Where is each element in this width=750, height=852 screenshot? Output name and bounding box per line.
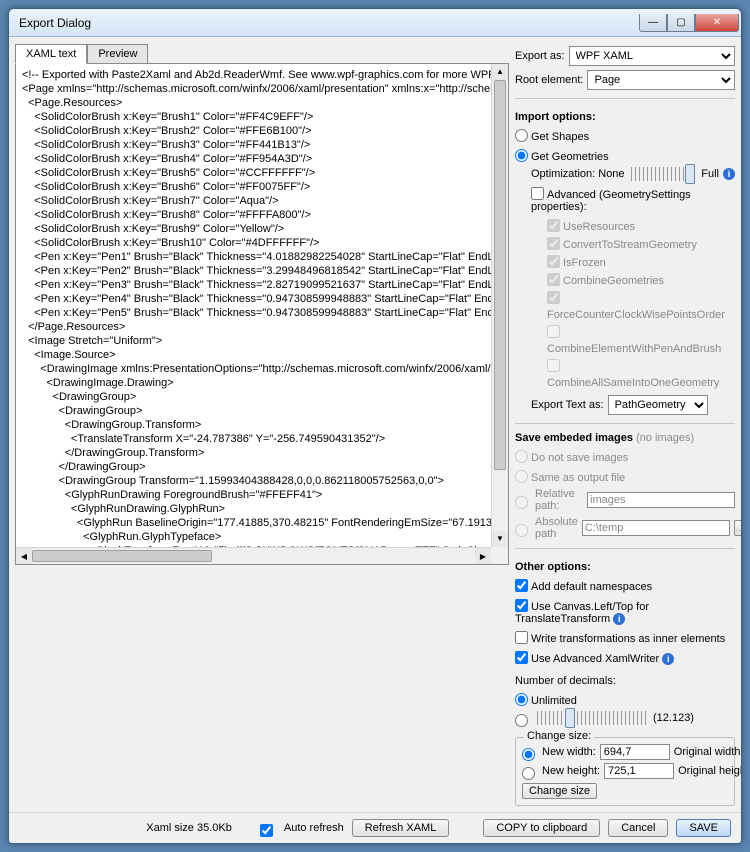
advanced-checkbox[interactable] xyxy=(531,187,544,200)
xaml-code: <!-- Exported with Paste2Xaml and Ab2d.R… xyxy=(16,64,508,565)
adv-useresources-checkbox xyxy=(547,219,560,232)
emb-abs-radio xyxy=(515,524,528,537)
window-title: Export Dialog xyxy=(19,16,639,30)
root-element-label: Root element: xyxy=(515,74,583,86)
xaml-size-label: Xaml size 35.0Kb xyxy=(146,822,232,834)
scroll-corner xyxy=(491,547,508,564)
decimals-unlimited-radio[interactable] xyxy=(515,693,528,706)
adv-combinegeom-checkbox xyxy=(547,273,560,286)
opt-canvas-checkbox[interactable] xyxy=(515,599,528,612)
xaml-code-view[interactable]: <!-- Exported with Paste2Xaml and Ab2d.R… xyxy=(15,63,509,565)
optimization-label: Optimization: None xyxy=(531,168,625,180)
change-size-group: Change size: New width: Original width: … xyxy=(515,737,735,806)
change-size-button[interactable]: Change size xyxy=(522,783,597,799)
vertical-scrollbar[interactable]: ▲ ▼ xyxy=(491,64,508,547)
decimals-slider[interactable] xyxy=(537,711,647,725)
emb-abs-input xyxy=(582,520,730,536)
scroll-right-icon[interactable]: ▶ xyxy=(475,548,491,564)
optimization-full-label: Full xyxy=(701,168,719,180)
info-icon[interactable]: i xyxy=(613,613,625,625)
info-icon[interactable]: i xyxy=(723,168,735,180)
tab-preview[interactable]: Preview xyxy=(87,44,148,64)
emb-browse-button: ... xyxy=(734,520,742,536)
export-as-label: Export as: xyxy=(515,50,565,62)
maximize-button[interactable]: ▢ xyxy=(667,14,695,32)
new-width-radio[interactable] xyxy=(522,748,535,761)
adv-convertstream-checkbox xyxy=(547,237,560,250)
scroll-thumb-h[interactable] xyxy=(32,550,212,562)
emb-same-radio xyxy=(515,470,528,483)
opt-advanced-writer-checkbox[interactable] xyxy=(515,651,528,664)
scroll-thumb-v[interactable] xyxy=(494,80,506,470)
minimize-button[interactable]: — xyxy=(639,14,667,32)
export-as-combo[interactable]: WPF XAML xyxy=(569,46,735,66)
scroll-down-icon[interactable]: ▼ xyxy=(492,531,508,547)
cancel-button[interactable]: Cancel xyxy=(608,819,668,837)
info-icon[interactable]: i xyxy=(662,653,674,665)
slider-handle[interactable] xyxy=(685,164,695,184)
copy-clipboard-button[interactable]: COPY to clipboard xyxy=(483,819,600,837)
horizontal-scrollbar[interactable]: ◀ ▶ xyxy=(16,547,491,564)
import-options-header: Import options: xyxy=(515,111,735,123)
other-options-header: Other options: xyxy=(515,561,735,573)
get-shapes-label: Get Shapes xyxy=(531,131,589,143)
title-bar: Export Dialog — ▢ ✕ xyxy=(9,9,741,37)
tab-xaml-text[interactable]: XAML text xyxy=(15,44,87,64)
opt-namespaces-checkbox[interactable] xyxy=(515,579,528,592)
slider-handle[interactable] xyxy=(565,708,575,728)
get-geometries-label: Get Geometries xyxy=(531,151,609,163)
auto-refresh-checkbox[interactable] xyxy=(260,824,273,837)
decimals-header: Number of decimals: xyxy=(515,675,735,687)
optimization-slider[interactable] xyxy=(631,167,696,181)
scroll-left-icon[interactable]: ◀ xyxy=(16,548,32,564)
scroll-up-icon[interactable]: ▲ xyxy=(492,64,508,80)
new-width-input[interactable] xyxy=(600,744,670,760)
get-shapes-radio[interactable] xyxy=(515,129,528,142)
adv-forceccw-checkbox xyxy=(547,291,560,304)
adv-combineall-checkbox xyxy=(547,359,560,372)
new-height-radio[interactable] xyxy=(522,767,535,780)
export-text-as-combo[interactable]: PathGeometry xyxy=(608,395,708,415)
embed-note: (no images) xyxy=(636,432,694,444)
advanced-label: Advanced (GeometrySettings properties): xyxy=(531,189,691,213)
change-size-legend: Change size: xyxy=(524,730,594,742)
new-height-input[interactable] xyxy=(604,763,674,779)
adv-combinepenbrush-checkbox xyxy=(547,325,560,338)
close-button[interactable]: ✕ xyxy=(695,14,739,32)
advanced-list: UseResources ConvertToStreamGeometry IsF… xyxy=(547,217,735,391)
adv-isfrozen-checkbox xyxy=(547,255,560,268)
save-button[interactable]: SAVE xyxy=(676,819,731,837)
emb-rel-radio xyxy=(515,496,528,509)
root-element-combo[interactable]: Page xyxy=(587,70,735,90)
emb-rel-input xyxy=(587,492,735,508)
decimals-example: (12.123) xyxy=(653,712,694,724)
export-text-as-label: Export Text as: xyxy=(531,399,604,411)
opt-inner-checkbox[interactable] xyxy=(515,631,528,644)
embed-header: Save embeded images xyxy=(515,432,633,444)
get-geometries-radio[interactable] xyxy=(515,149,528,162)
decimals-value-radio[interactable] xyxy=(515,714,528,727)
emb-no-radio xyxy=(515,450,528,463)
refresh-xaml-button[interactable]: Refresh XAML xyxy=(352,819,450,837)
